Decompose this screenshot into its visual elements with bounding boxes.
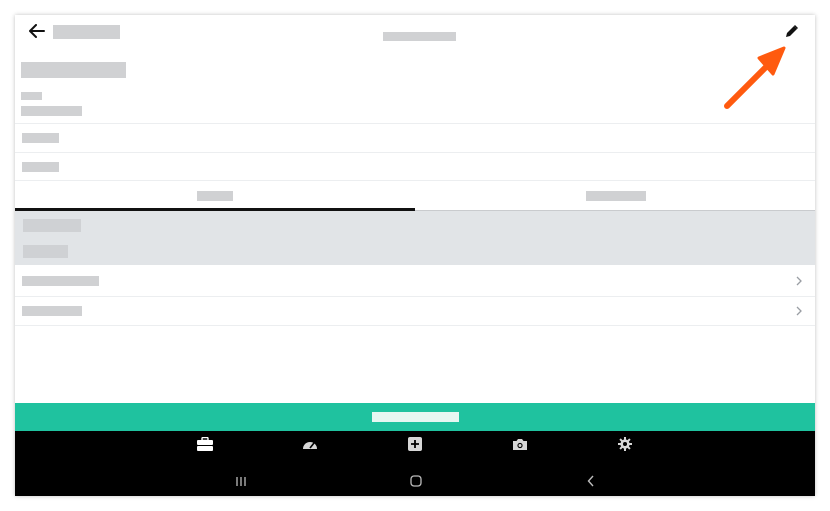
system-recent-apps-button[interactable] [229,471,253,491]
system-back-button[interactable] [579,471,603,491]
tab-second[interactable] [415,181,815,211]
back-button[interactable] [25,21,49,41]
divider [15,325,815,326]
bottom-navigation [15,431,815,496]
divider [15,152,815,153]
list-item[interactable] [15,296,815,326]
tab-label-placeholder [586,191,646,201]
summary-panel [15,211,815,265]
header-title-placeholder [53,25,120,39]
camera-icon [513,438,527,450]
action-label-placeholder [372,412,459,422]
briefcase-icon [197,437,213,451]
field-placeholder [22,133,59,143]
field-placeholder [22,162,59,172]
list-item[interactable] [15,266,815,296]
summary-value-placeholder [23,245,68,258]
tab-label-placeholder [197,191,233,201]
speedometer-icon [303,442,317,449]
divider [15,123,815,124]
list-item-label-placeholder [22,306,82,316]
primary-action-button[interactable] [15,403,815,431]
field-label-placeholder [21,92,42,100]
header-subtitle-placeholder [383,32,456,41]
nav-item-settings[interactable] [613,433,637,455]
app-window [15,15,815,496]
gear-icon [618,437,632,451]
pencil-icon [786,25,798,37]
recent-apps-icon [236,476,246,486]
nav-item-projects[interactable] [193,433,217,455]
nav-item-dashboard[interactable] [298,433,322,455]
chevron-right-icon [793,296,805,326]
chevron-right-icon [793,266,805,296]
home-icon [410,475,422,487]
edit-button[interactable] [780,21,804,41]
field-value-placeholder [21,106,82,116]
nav-item-camera[interactable] [508,433,532,455]
tab-first[interactable] [15,181,415,211]
nav-item-add[interactable] [403,433,427,455]
back-chevron-icon [587,475,594,487]
plus-square-icon [408,437,422,451]
system-home-button[interactable] [404,471,428,491]
arrow-left-icon [29,24,45,38]
list-item-label-placeholder [22,276,99,286]
item-title-placeholder [21,62,126,78]
summary-label-placeholder [23,219,81,232]
